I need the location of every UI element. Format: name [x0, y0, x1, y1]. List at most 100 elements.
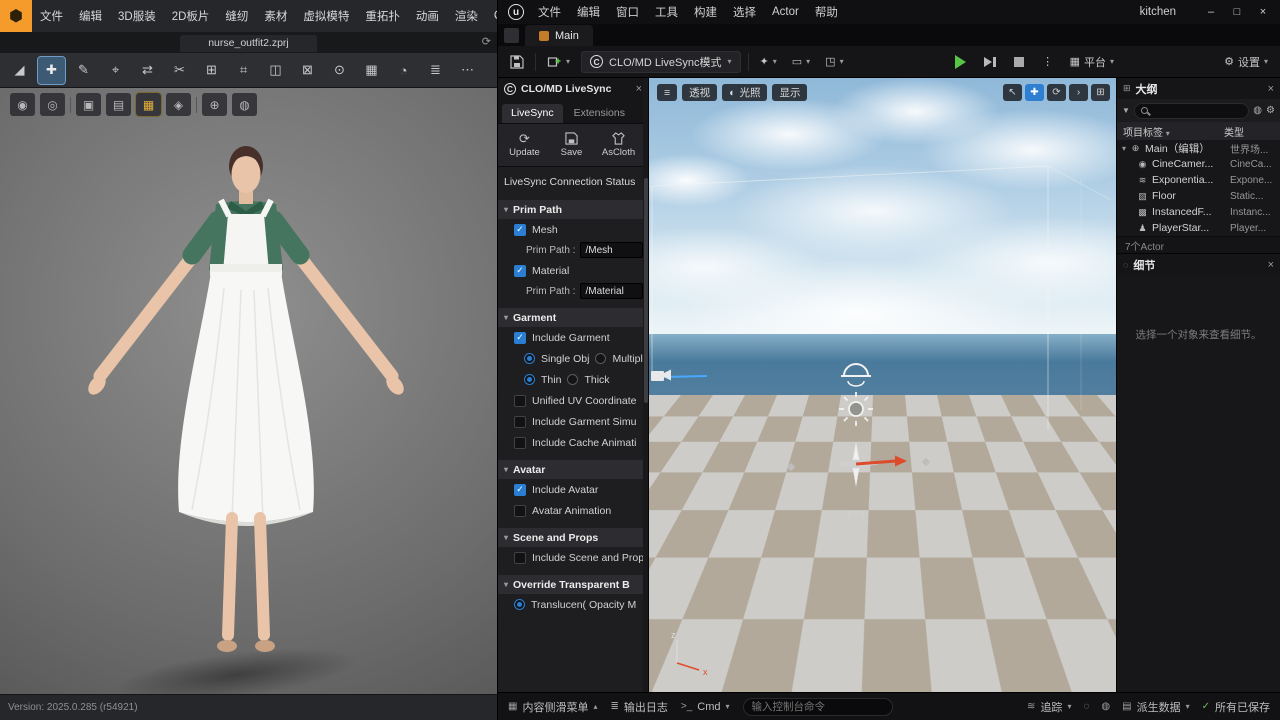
single-object-radio[interactable]: [524, 353, 535, 364]
mesh-tool-button[interactable]: ▦: [358, 57, 385, 84]
move-gizmo-tool-button[interactable]: ✚: [38, 57, 65, 84]
console-command-input[interactable]: [743, 698, 893, 716]
copy-view-icon[interactable]: ◍: [1253, 105, 1262, 116]
unified-uv-checkbox[interactable]: [514, 395, 526, 407]
point-edit-tool-button[interactable]: ⌖: [102, 57, 129, 84]
section-override-transparent[interactable]: ▾ Override Transparent B: [498, 575, 643, 594]
mesh-path-input[interactable]: [580, 242, 643, 258]
md-menu-retopology[interactable]: 重拓扑: [357, 8, 408, 24]
ue-menu-tools[interactable]: 工具: [647, 4, 686, 20]
ascloth-button[interactable]: AsCloth: [596, 132, 641, 158]
md-menu-render[interactable]: 渲染: [447, 8, 486, 24]
section-avatar[interactable]: ▾ Avatar: [498, 460, 643, 479]
avatar-nurse-outfit[interactable]: [66, 138, 426, 660]
thin-radio[interactable]: [524, 374, 535, 385]
blueprints-dropdown[interactable]: ✦ ▾: [756, 51, 781, 73]
md-menu-sewing[interactable]: 缝纫: [217, 8, 256, 24]
pen-tool-button[interactable]: ✎: [70, 57, 97, 84]
ue-menu-edit[interactable]: 编辑: [569, 4, 608, 20]
cache-anim-checkbox[interactable]: [514, 437, 526, 449]
pattern-show-button[interactable]: ▤: [106, 93, 131, 116]
remote-cache-icon[interactable]: ◌: [1083, 701, 1089, 712]
output-log-button[interactable]: ≣ 输出日志: [610, 699, 667, 715]
perspective-dropdown[interactable]: 透视: [682, 84, 717, 101]
unreal-logo-icon[interactable]: u: [508, 4, 524, 20]
ue-menu-actor[interactable]: Actor: [764, 6, 807, 18]
ue-menu-select[interactable]: 选择: [725, 4, 764, 20]
material-path-input[interactable]: [580, 283, 643, 299]
scrollbar-thumb[interactable]: [644, 178, 648, 403]
md-menu-material[interactable]: 素材: [256, 8, 295, 24]
outliner-header[interactable]: ⊞ 大纲 ×: [1117, 78, 1280, 99]
content-drawer-button[interactable]: ▦ 内容侧滑菜单 ▴: [508, 699, 597, 715]
level-viewport[interactable]: z x ≡ 透视 ◐ 光照 显示 ↖ ✚ ⟳: [649, 78, 1116, 692]
play-button[interactable]: [950, 51, 972, 73]
outliner-search-box[interactable]: [1134, 103, 1249, 119]
stop-button[interactable]: [1008, 51, 1030, 73]
section-garment[interactable]: ▾ Garment: [498, 308, 643, 327]
outliner-row-heightfog[interactable]: ≋ Exponentia... Expone...: [1117, 172, 1280, 188]
grid-tool-button[interactable]: ⊞: [198, 57, 225, 84]
garment-show-button[interactable]: ▣: [76, 93, 101, 116]
translucent-radio[interactable]: [514, 599, 525, 610]
pattern-tool-button[interactable]: ⌗: [230, 57, 257, 84]
save-button[interactable]: [506, 51, 528, 73]
outliner-row-cinecamera[interactable]: ◉ CineCamer... CineCa...: [1117, 156, 1280, 172]
outliner-search-input[interactable]: [1152, 104, 1242, 117]
md-menu-connect[interactable]: CONNE: [486, 10, 497, 22]
move-tool-button[interactable]: ✚: [1025, 84, 1044, 101]
source-control-status[interactable]: ✓ 所有已保存: [1202, 699, 1270, 715]
lit-mode-dropdown[interactable]: ◐ 光照: [722, 84, 767, 101]
expand-tools-button[interactable]: ›: [1069, 84, 1088, 101]
save-usd-button[interactable]: Save: [549, 132, 594, 158]
md-menu-2d-pattern[interactable]: 2D板片: [164, 8, 218, 24]
multiple-object-radio[interactable]: [595, 353, 606, 364]
include-avatar-checkbox[interactable]: ✓: [514, 484, 526, 496]
viewport-options-button[interactable]: ≡: [657, 84, 677, 101]
maximize-viewport-button[interactable]: ⊞: [1091, 84, 1110, 101]
frame-skip-button[interactable]: [979, 51, 1001, 73]
fabric-show-button[interactable]: ▦: [136, 93, 161, 116]
select-tool-button[interactable]: ↖: [1003, 84, 1022, 101]
tab-main[interactable]: Main: [525, 25, 593, 46]
transfer-tool-button[interactable]: ⇄: [134, 57, 161, 84]
livesync-mode-dropdown[interactable]: C CLO/MD LiveSync模式 ▾: [581, 51, 741, 73]
material-checkbox[interactable]: ✓: [514, 265, 526, 277]
settings-dropdown[interactable]: ⚙ 设置 ▾: [1220, 51, 1272, 73]
column-type[interactable]: 类型: [1224, 124, 1274, 139]
thick-radio[interactable]: [567, 374, 578, 385]
tab-livesync[interactable]: LiveSync: [502, 104, 563, 123]
filter-icon[interactable]: ▼: [1122, 106, 1130, 115]
list-tool-button[interactable]: ≣: [422, 57, 449, 84]
md-menu-avatar[interactable]: 虚拟模特: [295, 8, 357, 24]
outliner-row-world[interactable]: ▾ ⊕ Main（编辑） 世界场...: [1117, 140, 1280, 156]
play-options-button[interactable]: ⋮: [1037, 51, 1059, 73]
avatar-show-button[interactable]: ◉: [10, 93, 35, 116]
md-menu-file[interactable]: 文件: [32, 8, 71, 24]
md-logo-icon[interactable]: ⬢: [0, 0, 32, 32]
ue-menu-help[interactable]: 帮助: [807, 4, 846, 20]
include-scene-checkbox[interactable]: [514, 552, 526, 564]
include-garment-checkbox[interactable]: ✓: [514, 332, 526, 344]
md-menu-3d-garment[interactable]: 3D服装: [110, 8, 164, 24]
mesh-checkbox[interactable]: ✓: [514, 224, 526, 236]
avatar-alt-show-button[interactable]: ◎: [40, 93, 65, 116]
column-item-label[interactable]: 项目标签 ▾: [1123, 124, 1224, 139]
md-document-tab[interactable]: nurse_outfit2.zprj: [180, 35, 317, 52]
update-button[interactable]: ⟳ Update: [502, 133, 547, 158]
ue-menu-file[interactable]: 文件: [530, 4, 569, 20]
outliner-row-instancedfoliage[interactable]: ▩ InstancedF... Instanc...: [1117, 204, 1280, 220]
outliner-row-floor[interactable]: ▧ Floor Static...: [1117, 188, 1280, 204]
view-settings-icon[interactable]: ⚙: [1266, 105, 1275, 116]
add-display-button[interactable]: ⊕: [202, 93, 227, 116]
scissors-tool-button[interactable]: ✂: [166, 57, 193, 84]
garment-sim-checkbox[interactable]: [514, 416, 526, 428]
avatar-animation-checkbox[interactable]: [514, 505, 526, 517]
derived-data-dropdown[interactable]: ▤ 派生数据 ▾: [1122, 699, 1189, 715]
more-tools-button[interactable]: ⋯: [454, 57, 481, 84]
ue-menu-build[interactable]: 构建: [686, 4, 725, 20]
close-icon[interactable]: ×: [1268, 259, 1274, 271]
close-icon[interactable]: ×: [1268, 83, 1274, 95]
expand-icon[interactable]: ▾: [1122, 144, 1126, 153]
add-actor-button[interactable]: ▾: [543, 51, 574, 73]
